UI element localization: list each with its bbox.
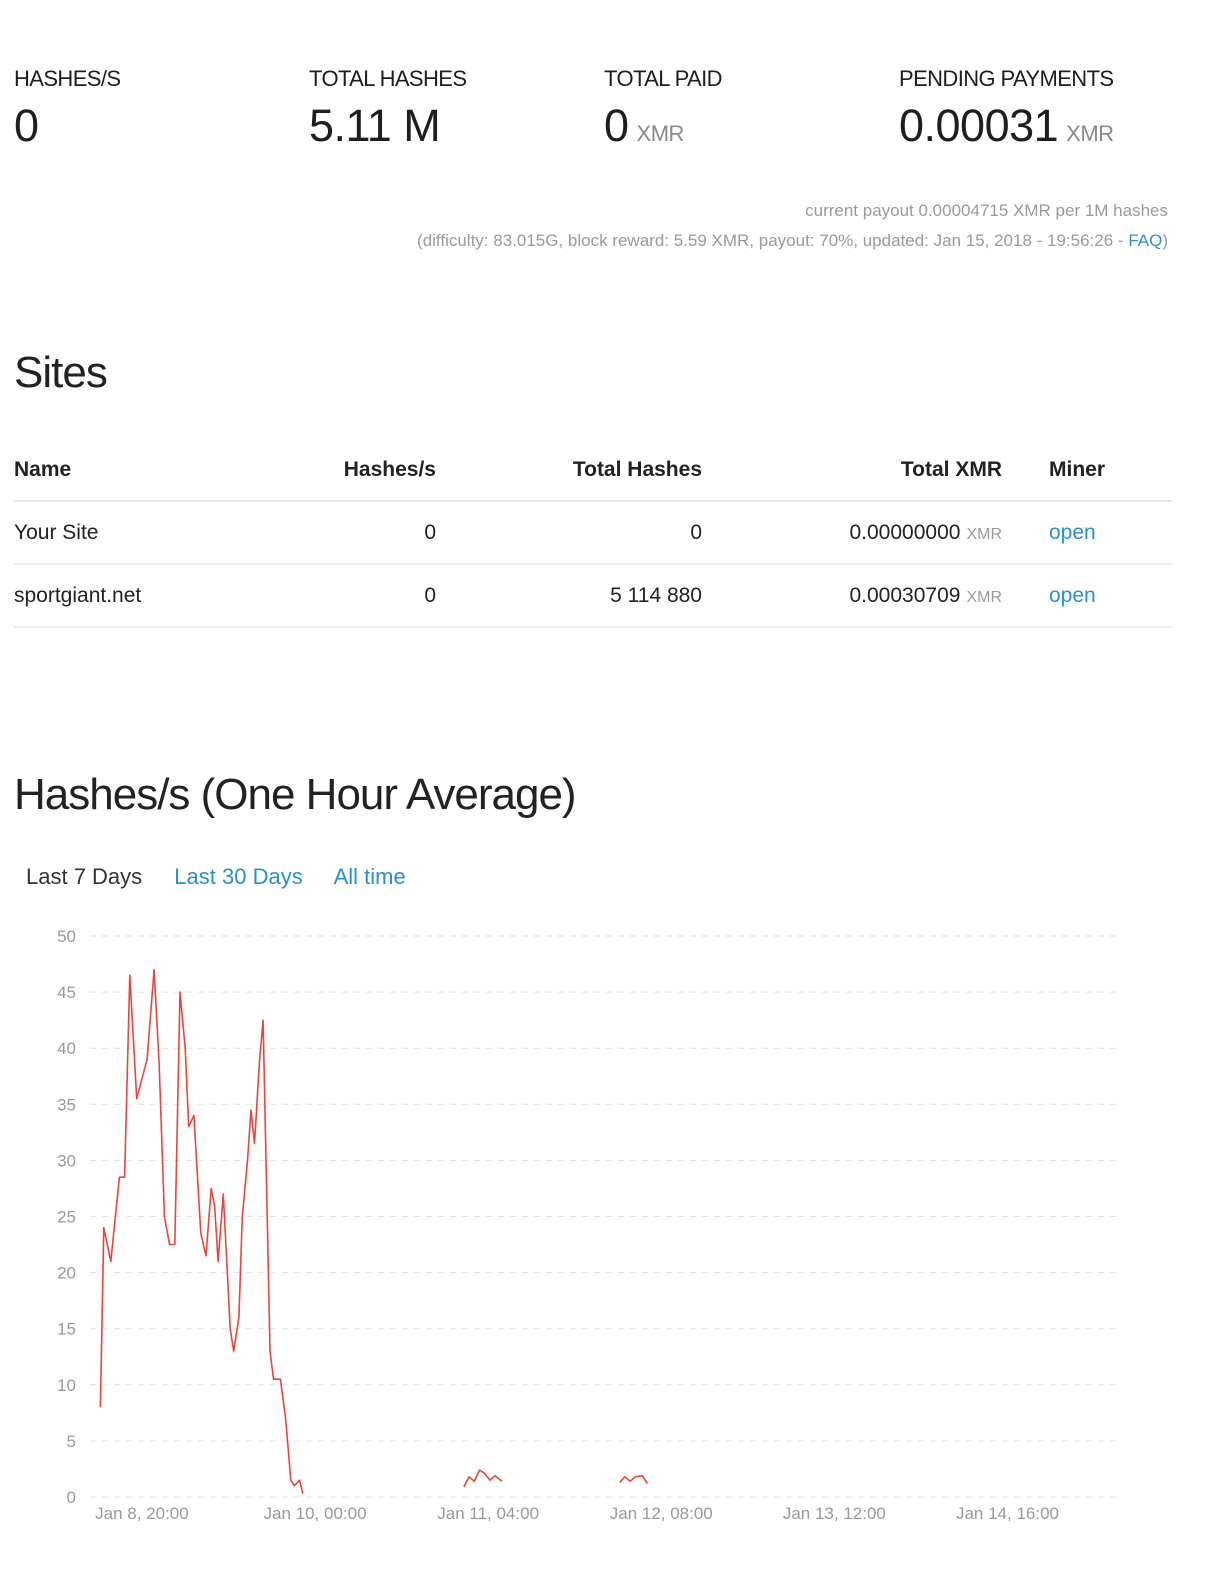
hashrate-line — [463, 1469, 503, 1488]
site-total-xmr: 0.00000000 XMR — [702, 501, 1002, 565]
stats-bar: HASHES/S 0 TOTAL HASHES 5.11 M TOTAL PAI… — [14, 66, 1174, 166]
stat-value-row: 0.00031 XMR — [899, 100, 1114, 152]
y-tick-label: 50 — [57, 927, 76, 946]
payout-details-close: ) — [1162, 231, 1168, 250]
y-tick-label: 5 — [67, 1432, 76, 1451]
hashes-chart: 0 5 10 15 20 25 30 35 40 45 50 Jan 8, 20:00 Jan 10,… — [57, 927, 1120, 1523]
stat-label: HASHES/S — [14, 66, 121, 91]
stat-label: TOTAL PAID — [604, 66, 722, 91]
x-tick-label: Jan 10, 00:00 — [264, 1504, 367, 1523]
site-miner-cell: open — [1002, 564, 1172, 628]
site-name: Your Site — [14, 501, 190, 565]
y-tick-label: 35 — [57, 1095, 76, 1114]
xmr-value: 0.00000000 — [849, 520, 961, 544]
table-row: sportgiant.net 0 5 114 880 0.00030709 XMR… — [14, 564, 1172, 628]
stat-value: 0 — [14, 100, 39, 151]
stat-value: 0.00031 — [899, 100, 1059, 151]
hashrate-series — [99, 968, 649, 1494]
stat-label: PENDING PAYMENTS — [899, 66, 1114, 91]
y-tick-label: 45 — [57, 983, 76, 1002]
stat-value: 0 — [604, 100, 629, 151]
y-tick-label: 10 — [57, 1376, 76, 1395]
column-header-miner: Miner — [1002, 440, 1172, 502]
y-axis-labels: 0 5 10 15 20 25 30 35 40 45 50 — [57, 927, 76, 1507]
tab-all-time[interactable]: All time — [334, 864, 406, 889]
site-hashes-per-sec: 0 — [190, 501, 436, 565]
site-hashes-per-sec: 0 — [190, 564, 436, 628]
table-header-row: Name Hashes/s Total Hashes Total XMR Min… — [14, 440, 1172, 502]
xmr-value: 0.00030709 — [849, 583, 961, 607]
xmr-unit: XMR — [966, 588, 1002, 606]
site-name: sportgiant.net — [14, 564, 190, 628]
stat-value-row: 0 XMR — [604, 100, 722, 152]
sites-title: Sites — [14, 348, 108, 397]
x-tick-label: Jan 8, 20:00 — [95, 1504, 189, 1523]
stat-total-hashes: TOTAL HASHES 5.11 M — [309, 66, 467, 152]
faq-link[interactable]: FAQ — [1128, 231, 1162, 250]
site-total-hashes: 5 114 880 — [436, 564, 702, 628]
column-header-name: Name — [14, 440, 190, 502]
tab-last-7-days[interactable]: Last 7 Days — [26, 864, 142, 889]
y-tick-label: 20 — [57, 1264, 76, 1283]
x-tick-label: Jan 12, 08:00 — [610, 1504, 713, 1523]
sites-table: Name Hashes/s Total Hashes Total XMR Min… — [14, 440, 1172, 628]
site-miner-cell: open — [1002, 501, 1172, 565]
site-total-hashes: 0 — [436, 501, 702, 565]
y-tick-label: 30 — [57, 1151, 76, 1170]
range-tabs: Last 7 Days Last 30 Days All time — [26, 864, 432, 890]
payout-details: (difficulty: 83.015G, block reward: 5.59… — [417, 226, 1168, 256]
stat-total-paid: TOTAL PAID 0 XMR — [604, 66, 722, 152]
stat-value: 5.11 M — [309, 100, 441, 151]
column-header-hashes-per-sec: Hashes/s — [190, 440, 436, 502]
column-header-total-xmr: Total XMR — [702, 440, 1002, 502]
tab-last-30-days[interactable]: Last 30 Days — [174, 864, 302, 889]
stat-unit: XMR — [636, 121, 685, 146]
column-header-total-hashes: Total Hashes — [436, 440, 702, 502]
payout-rate: current payout 0.00004715 XMR per 1M has… — [805, 201, 1168, 220]
y-tick-label: 25 — [57, 1208, 76, 1227]
x-tick-label: Jan 13, 12:00 — [783, 1504, 886, 1523]
table-row: Your Site 0 0 0.00000000 XMR open — [14, 501, 1172, 565]
payout-details-text: (difficulty: 83.015G, block reward: 5.59… — [417, 231, 1129, 250]
chart-grid — [90, 935, 1120, 1498]
stat-unit: XMR — [1066, 121, 1114, 146]
stat-pending-payments: PENDING PAYMENTS 0.00031 XMR — [899, 66, 1114, 152]
chart-title: Hashes/s (One Hour Average) — [14, 770, 577, 819]
stat-label: TOTAL HASHES — [309, 66, 467, 91]
y-tick-label: 15 — [57, 1320, 76, 1339]
payout-info: current payout 0.00004715 XMR per 1M has… — [417, 196, 1168, 256]
x-axis-labels: Jan 8, 20:00 Jan 10, 00:00 Jan 11, 04:00 Ja… — [95, 1504, 1059, 1523]
y-tick-label: 0 — [67, 1488, 76, 1507]
y-tick-label: 40 — [57, 1039, 76, 1058]
open-miner-link[interactable]: open — [1049, 521, 1096, 544]
site-total-xmr: 0.00030709 XMR — [702, 564, 1002, 628]
xmr-unit: XMR — [966, 525, 1002, 543]
x-tick-label: Jan 11, 04:00 — [437, 1504, 539, 1523]
stat-hashes-per-sec: HASHES/S 0 — [14, 66, 121, 152]
open-miner-link[interactable]: open — [1049, 584, 1096, 607]
x-tick-label: Jan 14, 16:00 — [956, 1504, 1059, 1523]
hashrate-line — [619, 1474, 649, 1484]
